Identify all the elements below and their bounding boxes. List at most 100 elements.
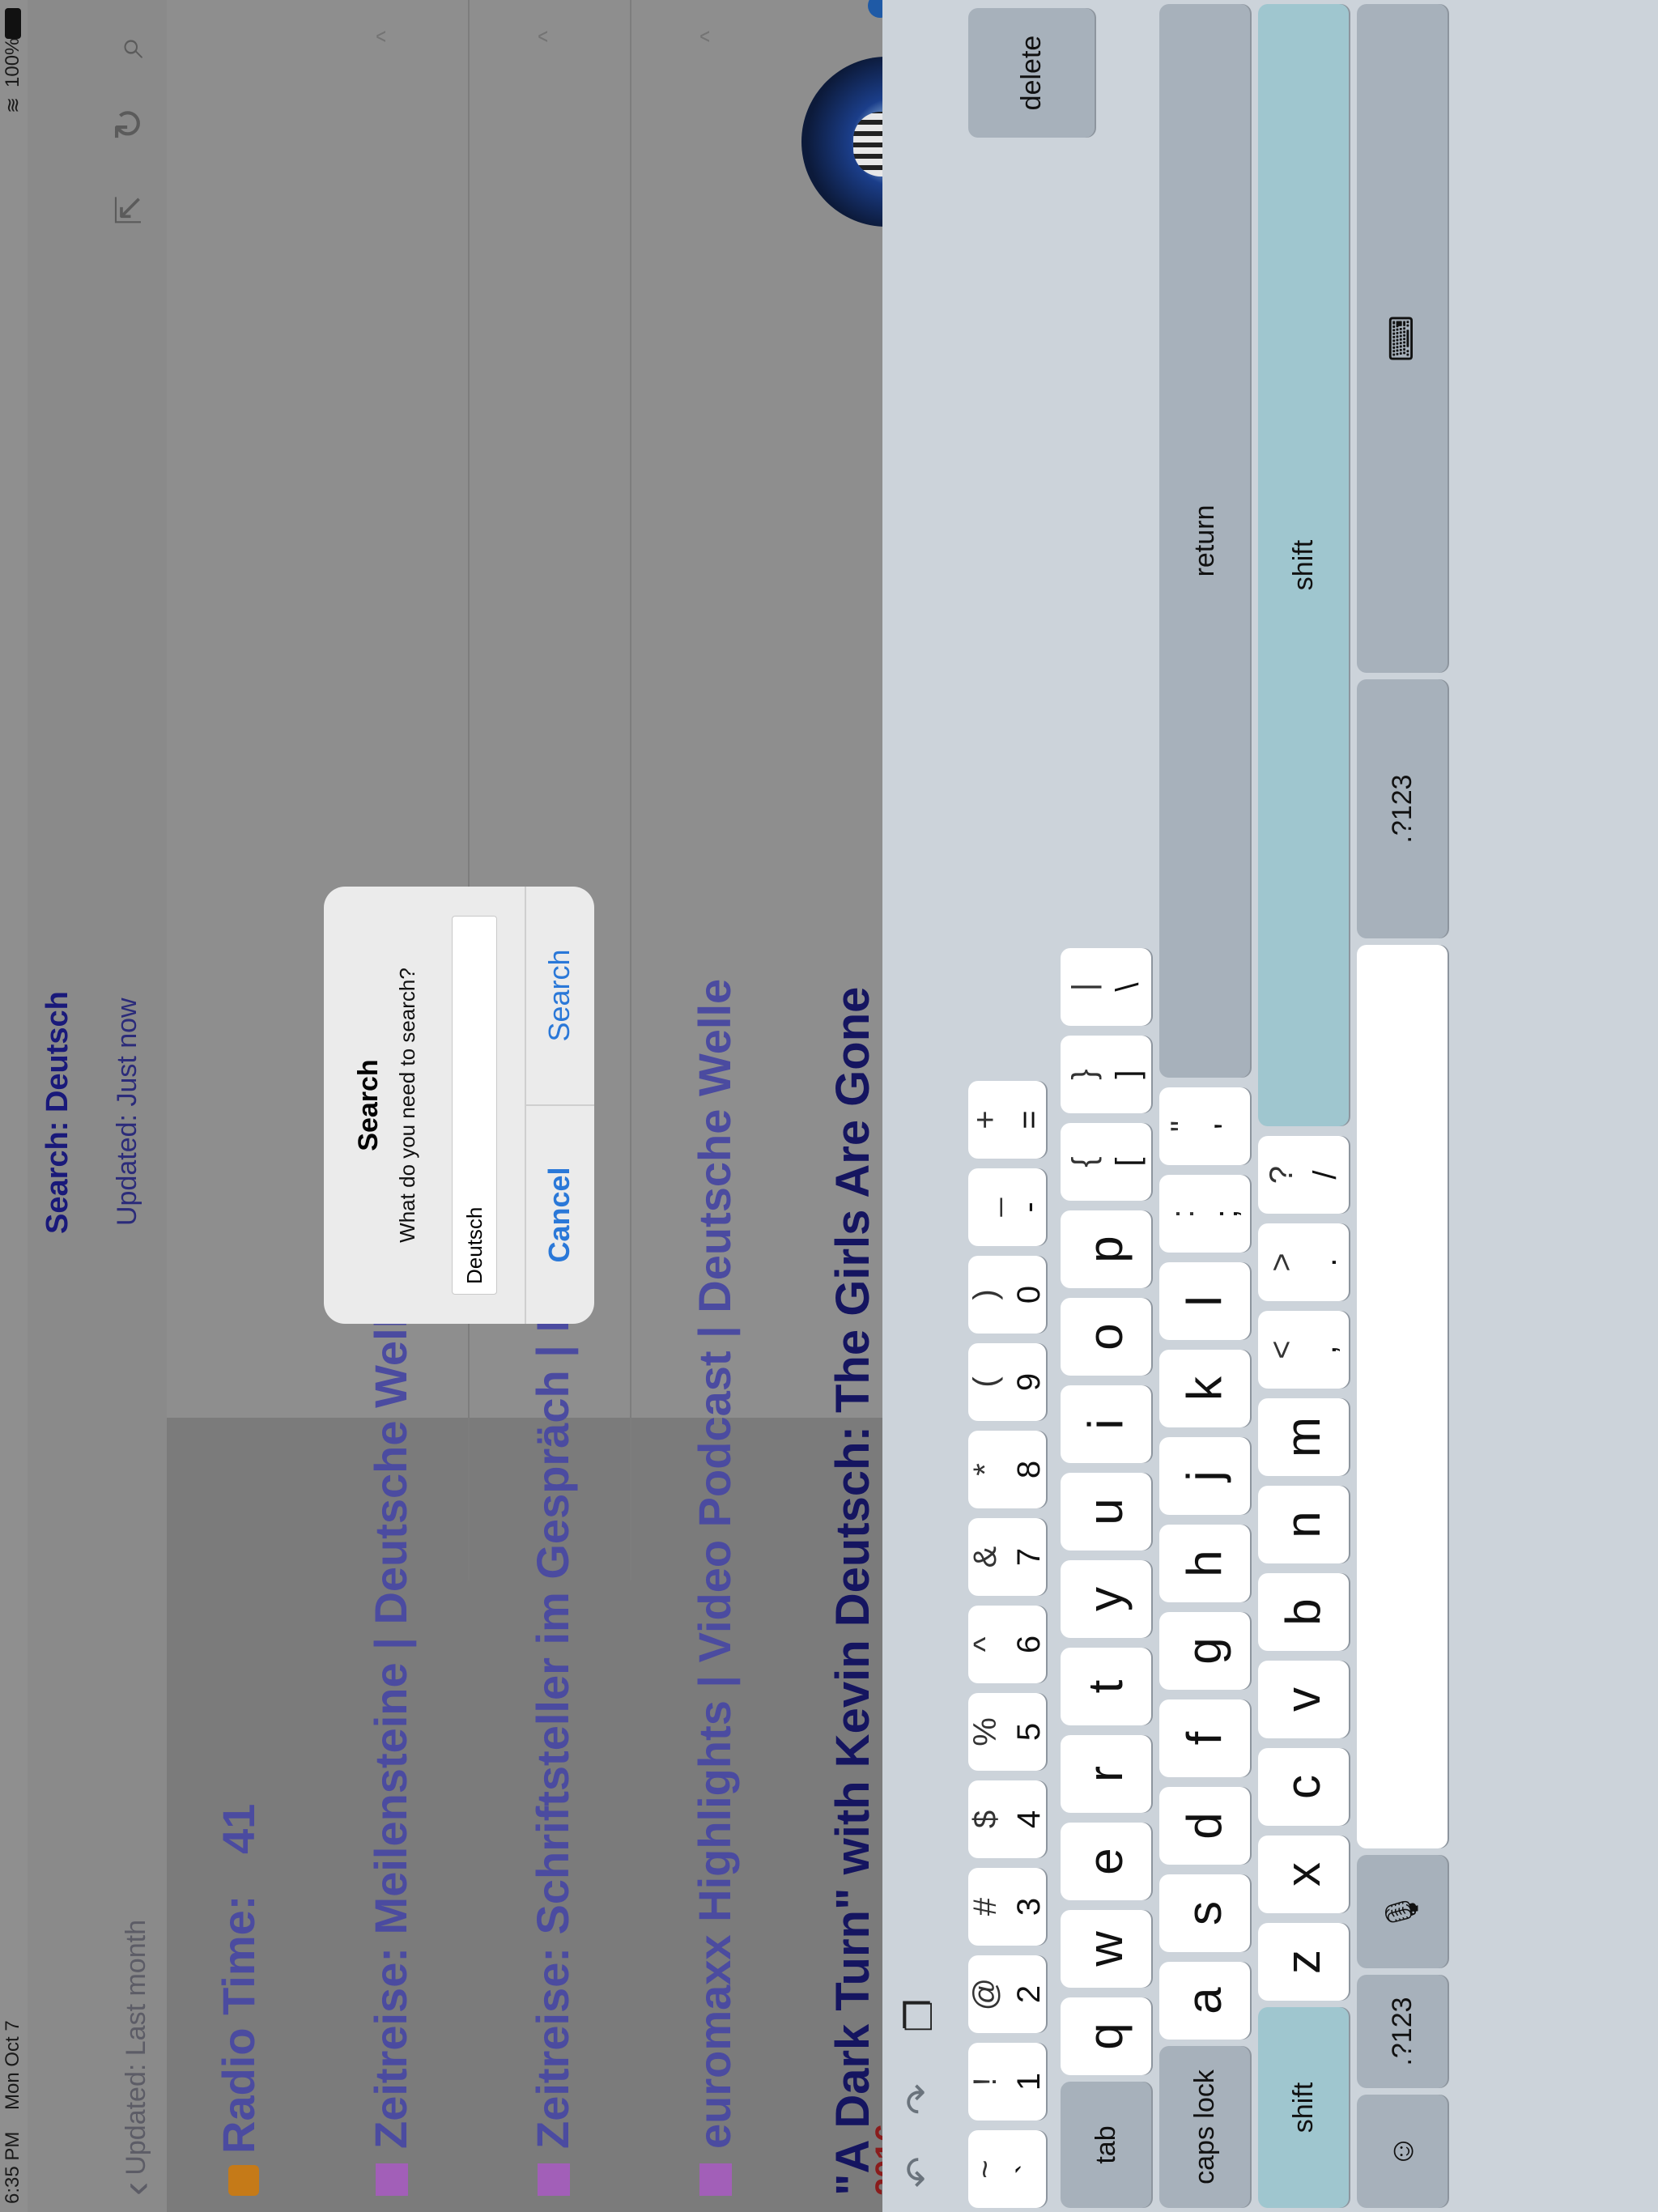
key-n[interactable]: n [1258,1486,1349,1563]
key-8[interactable]: * 8 [967,1431,1047,1508]
key-shift-symbol: } [1066,1069,1102,1080]
key-symbol: 4 [1011,1810,1047,1829]
key-9[interactable]: (9 [967,1343,1047,1421]
key-symbol: 0 [1011,1285,1047,1304]
shift-left-key[interactable]: shift [1258,2007,1349,2208]
key-punct[interactable]: :; [1159,1175,1250,1253]
key-punct[interactable]: <, [1258,1311,1349,1389]
key-10[interactable]: ) 0 [967,1256,1047,1334]
key-11[interactable]: _ - [967,1168,1047,1246]
key-symbol: 8 [1011,1460,1047,1479]
key-c[interactable]: c [1258,1748,1349,1826]
hide-keyboard-key[interactable]: ⌨ [1357,4,1448,673]
numbers-left-key[interactable]: .?123 [1357,1975,1448,2088]
key-punct[interactable]: " ' [1159,1087,1250,1165]
key-shift-symbol: ) [967,1289,1003,1300]
key-w[interactable]: w [1061,1910,1151,1988]
delete-key[interactable]: delete [968,8,1095,138]
key-shift-symbol: ^ [967,1636,1003,1653]
return-key[interactable]: return [1159,4,1250,1078]
key-shift-symbol: < [1264,1340,1299,1359]
emoji-icon: ☺ [1384,2134,1420,2168]
key-shift-symbol: { [1066,1156,1102,1168]
key-symbol: - [1011,1202,1047,1213]
key-symbol: ; [1209,1209,1244,1219]
key-0[interactable]: ~ ` [967,2130,1047,2208]
key-shift-symbol: + [967,1110,1003,1129]
key-symbol: 5 [1011,1722,1047,1742]
key-l[interactable]: l [1159,1262,1250,1340]
key-shift-symbol: ~ [967,2159,1003,2179]
key-7[interactable]: & 7 [967,1518,1047,1596]
key-bracket[interactable]: {[ [1061,1123,1151,1201]
key-4[interactable]: $4 [967,1780,1047,1858]
undo-icon[interactable]: ↶ [897,2156,941,2188]
key-m[interactable]: m [1258,1398,1349,1476]
key-bracket[interactable]: }] [1061,1036,1151,1113]
key-v[interactable]: v [1258,1661,1349,1738]
dictation-key[interactable]: 🎙︎ [1357,1855,1448,1968]
key-o[interactable]: o [1061,1298,1151,1376]
key-1[interactable]: ! 1 [967,2043,1047,2121]
key-symbol: 9 [1011,1372,1047,1392]
key-shift-symbol: $ [967,1810,1003,1829]
key-5[interactable]: % 5 [967,1693,1047,1771]
key-shift-symbol: ( [967,1376,1003,1388]
key-e[interactable]: e [1061,1823,1151,1900]
cancel-button[interactable]: Cancel [525,1106,594,1324]
key-symbol: ] [1110,1070,1146,1079]
microphone-icon: 🎙︎ [1384,1891,1420,1933]
alert-title: Search [353,1059,384,1151]
alert-message: What do you need to search? [395,968,419,1243]
key-x[interactable]: x [1258,1836,1349,1913]
key-3[interactable]: #3 [967,1868,1047,1946]
key-z[interactable]: z [1258,1923,1349,2001]
key-shift-symbol: > [1264,1253,1299,1272]
key-shift-symbol: # [967,1897,1003,1916]
key-symbol: 2 [1011,1984,1047,2004]
key-i[interactable]: i [1061,1385,1151,1463]
keyboard: ↶ ↷ ❐ ~ `! 1 @2 #3 $4% 5 ^ 6 & 7 * 8(9) 0 _ - + = delete ta… [882,0,1658,2212]
key-p[interactable]: p [1061,1210,1151,1288]
key-r[interactable]: r [1061,1735,1151,1813]
key-bracket[interactable]: | \ [1061,948,1151,1026]
key-s[interactable]: s [1159,1874,1250,1952]
key-6[interactable]: ^ 6 [967,1606,1047,1683]
shift-right-key[interactable]: shift [1258,4,1349,1126]
numbers-right-key[interactable]: .?123 [1357,679,1448,938]
key-symbol: 7 [1011,1547,1047,1567]
key-2[interactable]: @2 [967,1955,1047,2033]
key-shift-symbol: % [967,1717,1003,1746]
space-bar[interactable] [1357,945,1448,1848]
key-g[interactable]: g [1159,1612,1250,1690]
key-symbol: . [1307,1257,1343,1267]
key-symbol: ` [1011,2163,1047,2175]
key-punct[interactable]: >. [1258,1223,1349,1301]
search-input[interactable] [452,916,497,1295]
tab-key[interactable]: tab [1061,2082,1151,2208]
caps-lock-key[interactable]: caps lock [1159,2046,1250,2208]
key-12[interactable]: + = [967,1081,1047,1159]
key-a[interactable]: a [1159,1962,1250,2040]
key-shift-symbol: @ [967,1977,1003,2011]
key-u[interactable]: u [1061,1473,1151,1551]
key-k[interactable]: k [1159,1350,1250,1427]
emoji-key[interactable]: ☺ [1357,2095,1448,2208]
key-shift-symbol: | [1066,982,1102,992]
key-b[interactable]: b [1258,1573,1349,1651]
key-shift-symbol: ! [967,2077,1003,2087]
key-y[interactable]: y [1061,1560,1151,1638]
key-q[interactable]: q [1061,1997,1151,2075]
search-button[interactable]: Search [525,887,594,1104]
key-j[interactable]: j [1159,1437,1250,1515]
key-shift-symbol: " [1165,1120,1201,1133]
key-f[interactable]: f [1159,1699,1250,1777]
key-h[interactable]: h [1159,1525,1250,1602]
redo-icon[interactable]: ↷ [897,2083,941,2115]
paste-icon[interactable]: ❐ [897,1999,941,2032]
key-symbol: = [1011,1110,1047,1129]
key-d[interactable]: d [1159,1787,1250,1865]
key-punct[interactable]: ? / [1258,1136,1349,1214]
key-symbol: / [1307,1170,1343,1180]
key-t[interactable]: t [1061,1648,1151,1725]
